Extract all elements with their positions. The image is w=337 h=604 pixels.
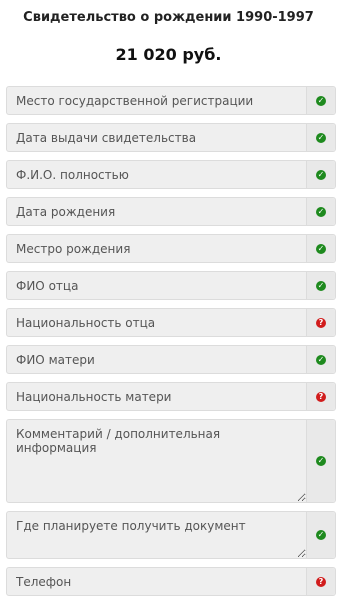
father-name-input[interactable] <box>7 272 306 299</box>
check-icon: ✓ <box>316 132 326 143</box>
full-name-input[interactable] <box>7 161 306 188</box>
field-birth-place: ✓ <box>6 234 336 263</box>
status-badge: ✓ <box>306 235 335 262</box>
order-form: ✓ ✓ ✓ ✓ ✓ ✓ ? ✓ ? ✓ ✓ ? <box>6 86 336 604</box>
comment-textarea[interactable] <box>7 420 306 502</box>
check-icon: ✓ <box>316 243 326 254</box>
field-phone: ? <box>6 567 336 596</box>
status-badge: ✓ <box>306 420 335 502</box>
pickup-place-textarea[interactable] <box>7 512 306 558</box>
issue-date-input[interactable] <box>7 124 306 151</box>
status-badge: ? <box>306 309 335 336</box>
mother-name-input[interactable] <box>7 346 306 373</box>
status-badge: ✓ <box>306 161 335 188</box>
check-icon: ✓ <box>316 169 326 180</box>
field-mother-name: ✓ <box>6 345 336 374</box>
birth-place-input[interactable] <box>7 235 306 262</box>
birth-date-input[interactable] <box>7 198 306 225</box>
mother-nationality-input[interactable] <box>7 383 306 410</box>
field-pickup-place: ✓ <box>6 511 336 559</box>
status-badge: ✓ <box>306 346 335 373</box>
field-birth-date: ✓ <box>6 197 336 226</box>
status-badge: ✓ <box>306 124 335 151</box>
field-full-name: ✓ <box>6 160 336 189</box>
status-badge: ✓ <box>306 512 335 558</box>
check-icon: ✓ <box>316 354 326 365</box>
check-icon: ✓ <box>316 95 326 106</box>
status-badge: ? <box>306 383 335 410</box>
father-nationality-input[interactable] <box>7 309 306 336</box>
question-icon: ? <box>316 576 326 587</box>
phone-input[interactable] <box>7 568 306 595</box>
field-father-nationality: ? <box>6 308 336 337</box>
question-icon: ? <box>316 317 326 328</box>
check-icon: ✓ <box>316 530 326 540</box>
status-badge: ? <box>306 568 335 595</box>
status-badge: ✓ <box>306 87 335 114</box>
field-mother-nationality: ? <box>6 382 336 411</box>
check-icon: ✓ <box>316 456 326 466</box>
field-father-name: ✓ <box>6 271 336 300</box>
check-icon: ✓ <box>316 206 326 217</box>
question-icon: ? <box>316 391 326 402</box>
field-comment: ✓ <box>6 419 336 503</box>
registration-place-input[interactable] <box>7 87 306 114</box>
price-label: 21 020 руб. <box>115 45 222 64</box>
status-badge: ✓ <box>306 198 335 225</box>
field-registration-place: ✓ <box>6 86 336 115</box>
check-icon: ✓ <box>316 280 326 291</box>
status-badge: ✓ <box>306 272 335 299</box>
page-title: Свидетельство о рождении 1990-1997 <box>23 10 314 25</box>
field-issue-date: ✓ <box>6 123 336 152</box>
